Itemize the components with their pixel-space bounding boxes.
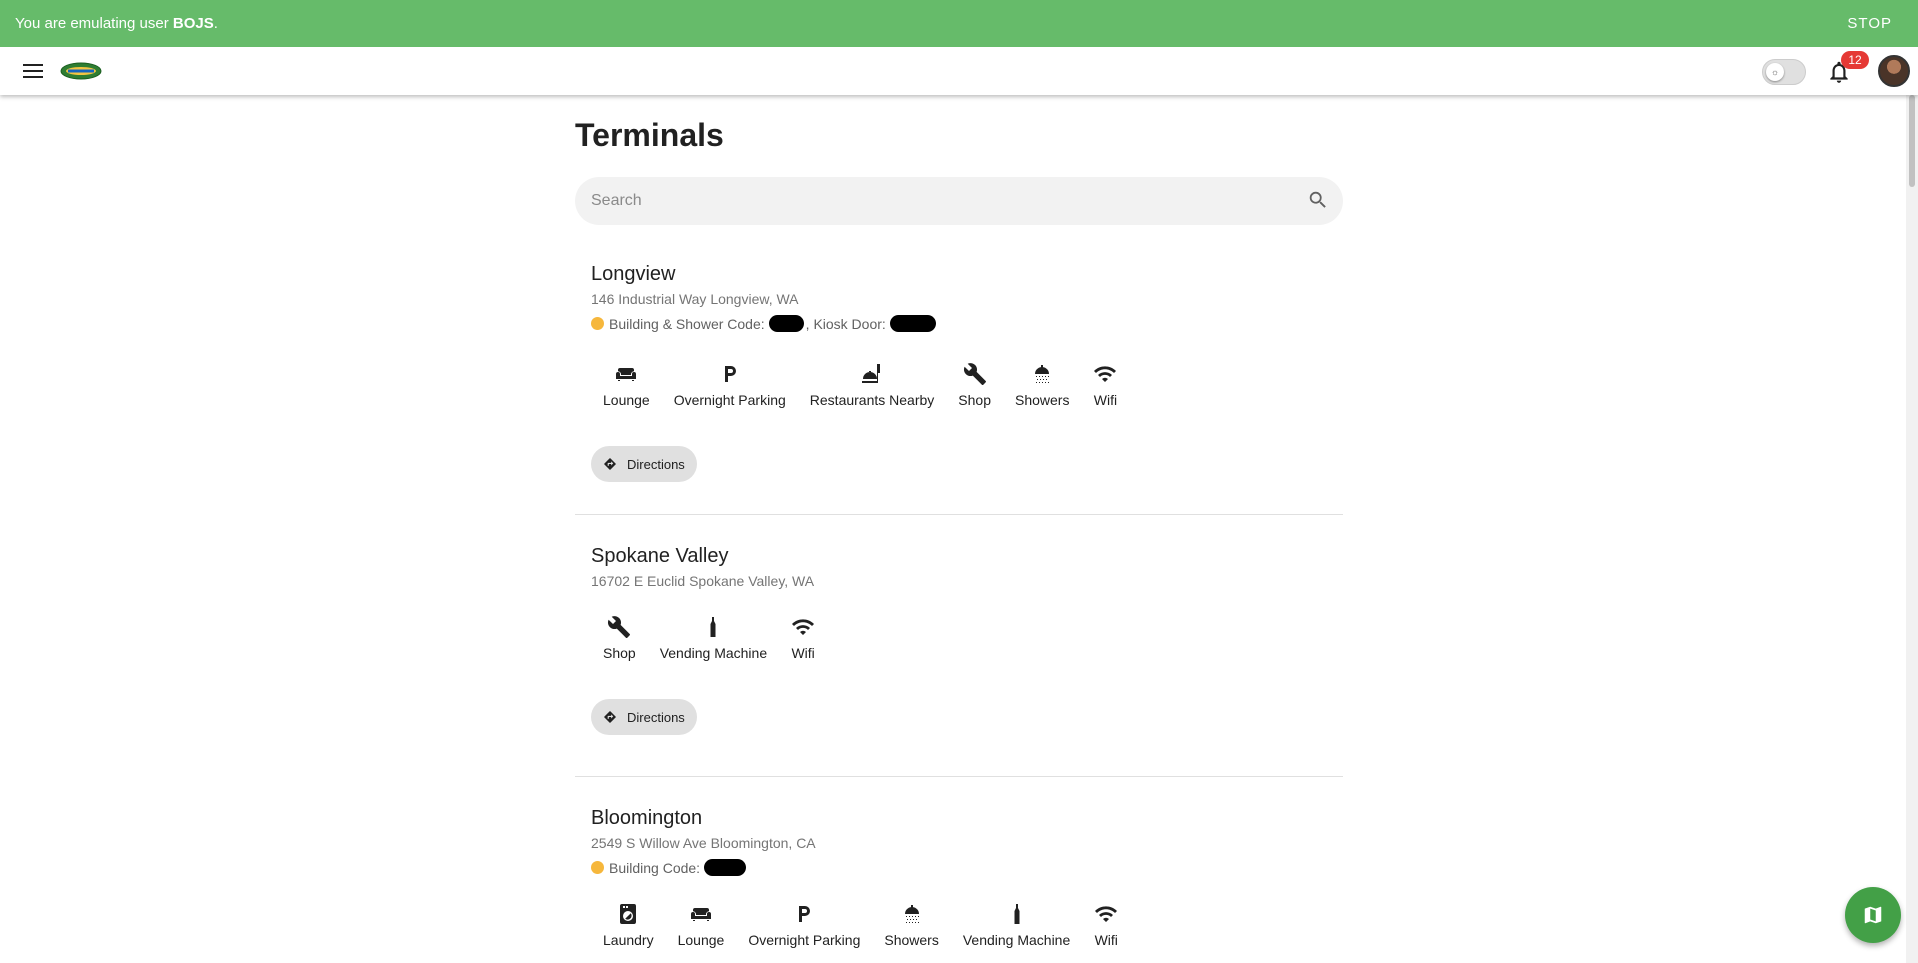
user-avatar[interactable]	[1878, 55, 1910, 87]
amenity-wifi: Wifi	[779, 615, 827, 661]
amenity-overnight-parking: Overnight Parking	[662, 362, 798, 408]
building-code-label: Building Code:	[609, 859, 701, 876]
terminal-address: 146 Industrial Way Longview, WA	[591, 291, 799, 307]
amenity-shop: Shop	[591, 615, 648, 661]
amenity-lounge: Lounge	[591, 362, 662, 408]
amenity-label: Wifi	[1094, 932, 1118, 948]
sofa-icon	[690, 908, 711, 921]
parking-icon	[799, 906, 811, 922]
wifi-icon	[792, 619, 815, 635]
amenities-list: Laundry Lounge Overnight Parking Showers…	[591, 902, 1327, 948]
scrollbar-thumb[interactable]	[1909, 95, 1915, 187]
amenity-label: Showers	[1015, 392, 1070, 408]
amenity-label: Restaurants Nearby	[809, 392, 935, 408]
main-content: Terminals Longview 146 Industrial Way Lo…	[575, 95, 1343, 948]
redacted-code	[889, 315, 936, 332]
access-codes: Building Code:	[591, 859, 1327, 876]
bottle-icon	[1014, 904, 1020, 924]
terminal-card-spokane-valley: Spokane Valley 16702 E Euclid Spokane Va…	[575, 515, 1343, 777]
bottle-icon	[710, 617, 716, 637]
amenity-label: Showers	[884, 932, 939, 948]
amenity-label: Vending Machine	[962, 932, 1071, 948]
directions-label: Directions	[627, 456, 685, 472]
washing-machine-icon	[620, 904, 637, 924]
building-shower-code-label: Building & Shower Code:	[609, 315, 765, 332]
amenities-list: Lounge Overnight Parking Restaurants Nea…	[591, 362, 1327, 408]
terminal-card-bloomington: Bloomington 2549 S Willow Ave Bloomingto…	[575, 777, 1343, 948]
info-dot-icon	[591, 861, 604, 874]
search-icon[interactable]	[1307, 189, 1329, 211]
directions-icon	[604, 458, 616, 470]
emulated-user: BOJS	[172, 15, 214, 32]
menu-icon-line	[23, 76, 43, 78]
redacted-code	[704, 859, 747, 876]
amenity-showers: Showers	[1003, 362, 1081, 408]
page-scrollbar[interactable]	[1906, 95, 1918, 963]
emulation-prefix: You are emulating user	[15, 15, 173, 32]
emulation-message: You are emulating user BOJS.	[15, 15, 218, 32]
directions-icon	[604, 711, 616, 723]
wrench-icon	[608, 616, 631, 638]
wifi-icon	[1095, 906, 1118, 922]
company-logo[interactable]	[60, 61, 102, 81]
stop-emulation-button[interactable]: STOP	[1847, 15, 1892, 32]
amenity-label: Wifi	[791, 645, 815, 661]
parking-icon	[724, 366, 736, 382]
amenity-label: Overnight Parking	[673, 392, 786, 408]
search-bar	[575, 177, 1343, 225]
amenity-vending-machine: Vending Machine	[951, 902, 1082, 948]
theme-toggle[interactable]: ☼	[1762, 59, 1806, 85]
amenity-lounge: Lounge	[666, 902, 737, 948]
emulation-banner: You are emulating user BOJS. STOP	[0, 0, 1918, 47]
amenity-wifi: Wifi	[1081, 362, 1129, 408]
app-bar: ☼ 12	[0, 47, 1918, 95]
terminal-name: Bloomington	[591, 807, 703, 829]
menu-button[interactable]	[20, 59, 46, 83]
amenity-label: Shop	[603, 645, 636, 661]
page-title: Terminals	[575, 117, 724, 153]
terminal-address: 16702 E Euclid Spokane Valley, WA	[591, 573, 815, 589]
amenity-label: Lounge	[677, 932, 725, 948]
access-codes: Building & Shower Code: , Kiosk Door:	[591, 315, 1327, 332]
amenity-restaurants-nearby: Restaurants Nearby	[798, 362, 947, 408]
directions-button[interactable]: Directions	[591, 446, 697, 482]
wifi-icon	[1094, 366, 1117, 382]
sofa-icon	[616, 368, 637, 381]
directions-button[interactable]: Directions	[591, 699, 697, 735]
menu-icon-line	[23, 70, 43, 72]
menu-icon	[23, 64, 43, 66]
amenity-label: Laundry	[603, 932, 654, 948]
amenity-overnight-parking: Overnight Parking	[736, 902, 872, 948]
terminal-name: Longview	[591, 263, 676, 285]
amenity-label: Lounge	[603, 392, 650, 408]
sun-icon: ☼	[1766, 63, 1784, 81]
search-input[interactable]	[575, 177, 1275, 225]
kiosk-door-label: Kiosk Door:	[813, 315, 886, 332]
terminal-name: Spokane Valley	[591, 545, 729, 567]
amenity-label: Vending Machine	[659, 645, 768, 661]
restaurant-icon	[862, 364, 881, 383]
directions-label: Directions	[627, 709, 685, 725]
amenity-vending-machine: Vending Machine	[648, 615, 779, 661]
notification-count-badge: 12	[1841, 51, 1869, 69]
redacted-code	[768, 315, 804, 332]
amenity-label: Shop	[958, 392, 991, 408]
amenity-shop: Shop	[946, 362, 1003, 408]
map-view-button[interactable]	[1845, 887, 1901, 943]
amenity-showers: Showers	[872, 902, 950, 948]
wrench-icon	[963, 363, 986, 385]
emulation-suffix: .	[213, 15, 218, 32]
info-dot-icon	[591, 317, 604, 330]
terminal-card-longview: Longview 146 Industrial Way Longview, WA…	[575, 263, 1343, 515]
map-icon	[1864, 906, 1882, 924]
amenity-label: Wifi	[1093, 392, 1118, 408]
amenities-list: Shop Vending Machine Wifi	[591, 615, 1327, 661]
shower-icon	[1035, 365, 1050, 383]
code-separator: ,	[805, 315, 810, 332]
amenity-label: Overnight Parking	[748, 932, 861, 948]
amenity-laundry: Laundry	[591, 902, 666, 948]
terminal-address: 2549 S Willow Ave Bloomington, CA	[591, 835, 816, 851]
shower-icon	[904, 905, 919, 923]
amenity-wifi: Wifi	[1082, 902, 1130, 948]
